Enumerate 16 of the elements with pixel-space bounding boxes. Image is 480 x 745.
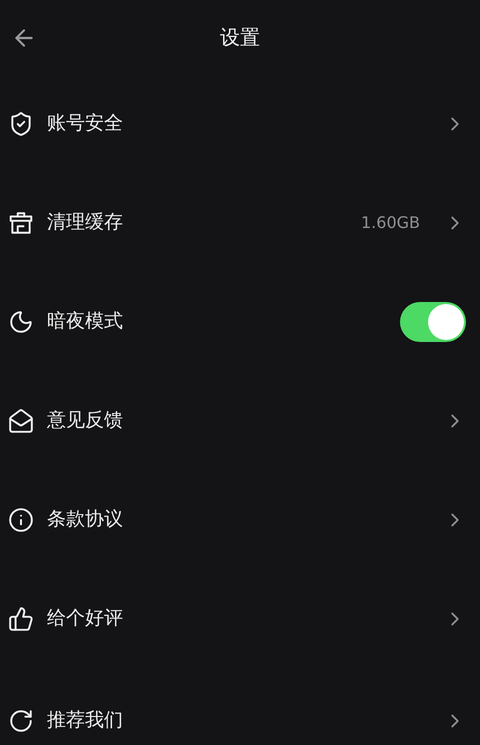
setting-label: 意见反馈 [47,408,124,433]
setting-label: 账号安全 [47,111,124,136]
setting-label: 清理缓存 [47,210,124,235]
moon-icon [8,308,34,334]
setting-label: 条款协议 [47,507,124,532]
basket-icon [8,210,34,236]
setting-label: 暗夜模式 [47,309,124,334]
circular-arrow-icon [8,708,34,734]
envelope-icon [8,408,34,434]
thumbs-up-icon [8,606,34,632]
info-icon [8,506,34,532]
setting-label: 给个好评 [47,606,124,631]
toggle-switch[interactable] [400,302,466,342]
setting-label: 推荐我们 [47,708,124,733]
page-title: 设置 [220,24,260,50]
cache-size: 1.60GB [361,213,420,232]
